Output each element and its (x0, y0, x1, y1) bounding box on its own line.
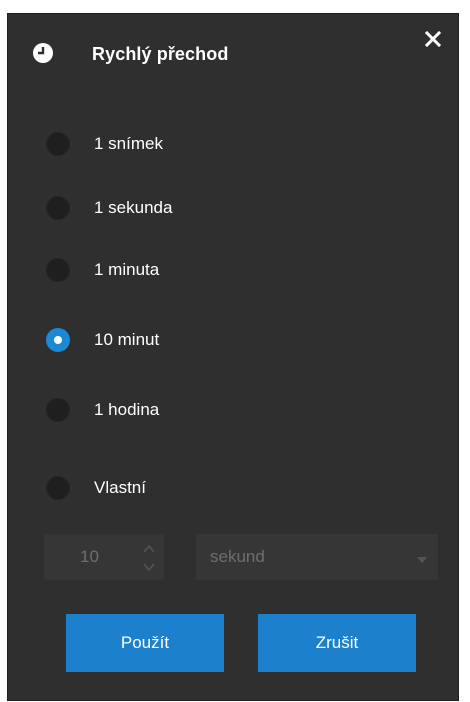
stepper-down-icon[interactable] (142, 560, 156, 572)
quick-jump-dialog: Rychlý přechod 1 snímek 1 sekunda 1 minu… (8, 14, 458, 700)
radio-label: 1 sekunda (94, 198, 173, 217)
dialog-title: Rychlý přechod (92, 44, 229, 64)
close-icon[interactable] (422, 28, 444, 50)
custom-unit-select[interactable]: sekund (196, 534, 438, 580)
radio-button[interactable] (46, 196, 70, 220)
radio-label: 1 snímek (94, 134, 163, 153)
apply-button[interactable]: Použít (66, 614, 224, 672)
radio-button[interactable] (46, 258, 70, 282)
dialog-header: Rychlý přechod (8, 14, 458, 94)
stepper-up-icon[interactable] (142, 542, 156, 554)
clock-icon (32, 42, 54, 64)
custom-value: 10 (80, 547, 99, 566)
unit-value: sekund (210, 547, 265, 566)
radio-option-1-second[interactable]: 1 sekunda (46, 190, 172, 226)
radio-option-custom[interactable]: Vlastní (46, 470, 146, 506)
radio-label: 10 minut (94, 330, 160, 349)
radio-button[interactable] (46, 132, 70, 156)
radio-label: 1 minuta (94, 260, 160, 279)
cancel-button[interactable]: Zrušit (258, 614, 416, 672)
radio-option-1-minute[interactable]: 1 minuta (46, 252, 159, 288)
radio-label: 1 hodina (94, 400, 160, 419)
radio-button-selected[interactable] (46, 328, 70, 352)
radio-option-10-minutes[interactable]: 10 minut (46, 322, 159, 358)
radio-label: Vlastní (94, 478, 146, 497)
radio-option-1-hour[interactable]: 1 hodina (46, 392, 159, 428)
radio-button[interactable] (46, 398, 70, 422)
chevron-down-icon (416, 552, 428, 563)
custom-interval-row: 10 sekund (44, 534, 438, 580)
radio-option-1-frame[interactable]: 1 snímek (46, 126, 163, 162)
radio-button[interactable] (46, 476, 70, 500)
custom-value-stepper[interactable]: 10 (44, 534, 164, 580)
